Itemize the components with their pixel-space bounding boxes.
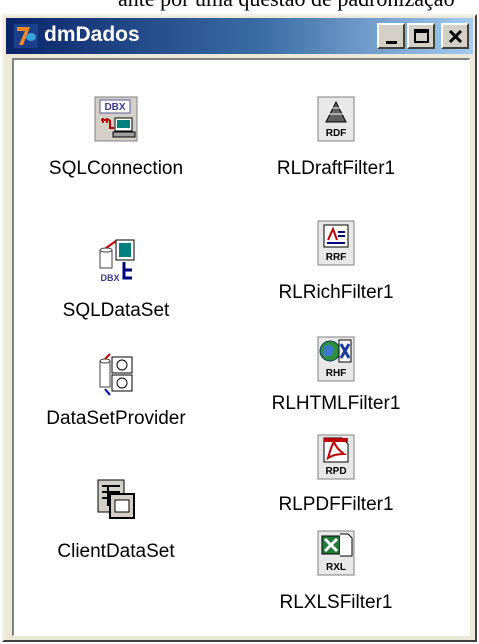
rlpdffilter1-label: RLPDFFilter1	[278, 494, 394, 515]
close-icon	[448, 29, 463, 44]
svg-text:DBX: DBX	[104, 102, 125, 113]
rxl-filter-icon: RXL	[317, 530, 355, 576]
svg-text:RPD: RPD	[325, 466, 346, 477]
background-document-text: ante por uma questão de padronização	[0, 0, 479, 14]
minimize-icon	[386, 41, 397, 44]
title-bar[interactable]: dmDados	[6, 18, 473, 54]
rlhtmlfilter1-label: RLHTMLFilter1	[271, 393, 401, 414]
data-module-window: dmDados DBX SQLConnection DBX SQLDataSet…	[2, 14, 477, 642]
datasetprovider-label: DataSetProvider	[46, 408, 186, 429]
minimize-button[interactable]	[377, 23, 405, 49]
delphi-7-icon	[14, 24, 38, 48]
dbx-sqlconnection-icon: DBX	[94, 96, 138, 142]
background-text: ante por uma questão de padronização	[118, 0, 455, 12]
rldraftfilter1-label: RLDraftFilter1	[276, 158, 396, 179]
svg-text:RHF: RHF	[326, 368, 347, 379]
clientdataset-label: ClientDataSet	[57, 541, 175, 562]
maximize-button[interactable]	[407, 23, 435, 49]
rlxlsfilter1-label: RLXLSFilter1	[279, 592, 393, 613]
rhf-filter-icon: RHF	[317, 336, 355, 382]
svg-text:DBX: DBX	[100, 273, 119, 283]
datasetprovider-icon	[99, 353, 133, 396]
maximize-icon	[414, 29, 429, 43]
dbx-sqldataset-icon: DBX	[99, 239, 135, 283]
rlrichfilter1-label: RLRichFilter1	[278, 282, 394, 303]
rpd-filter-icon: RPD	[317, 434, 355, 480]
close-button[interactable]	[441, 23, 469, 49]
svg-text:RXL: RXL	[326, 562, 346, 573]
sqlconnection-label: SQLConnection	[48, 158, 184, 179]
window-title: dmDados	[44, 23, 140, 46]
sqldataset-label: SQLDataSet	[62, 300, 170, 321]
svg-text:RRF: RRF	[326, 252, 347, 263]
clientdataset-icon	[97, 479, 135, 519]
data-module-design-surface[interactable]: DBX SQLConnection DBX SQLDataSet DataSet…	[12, 58, 470, 636]
rrf-filter-icon: RRF	[317, 220, 355, 266]
rdf-filter-icon: RDF	[317, 96, 355, 142]
svg-text:RDF: RDF	[326, 128, 347, 139]
